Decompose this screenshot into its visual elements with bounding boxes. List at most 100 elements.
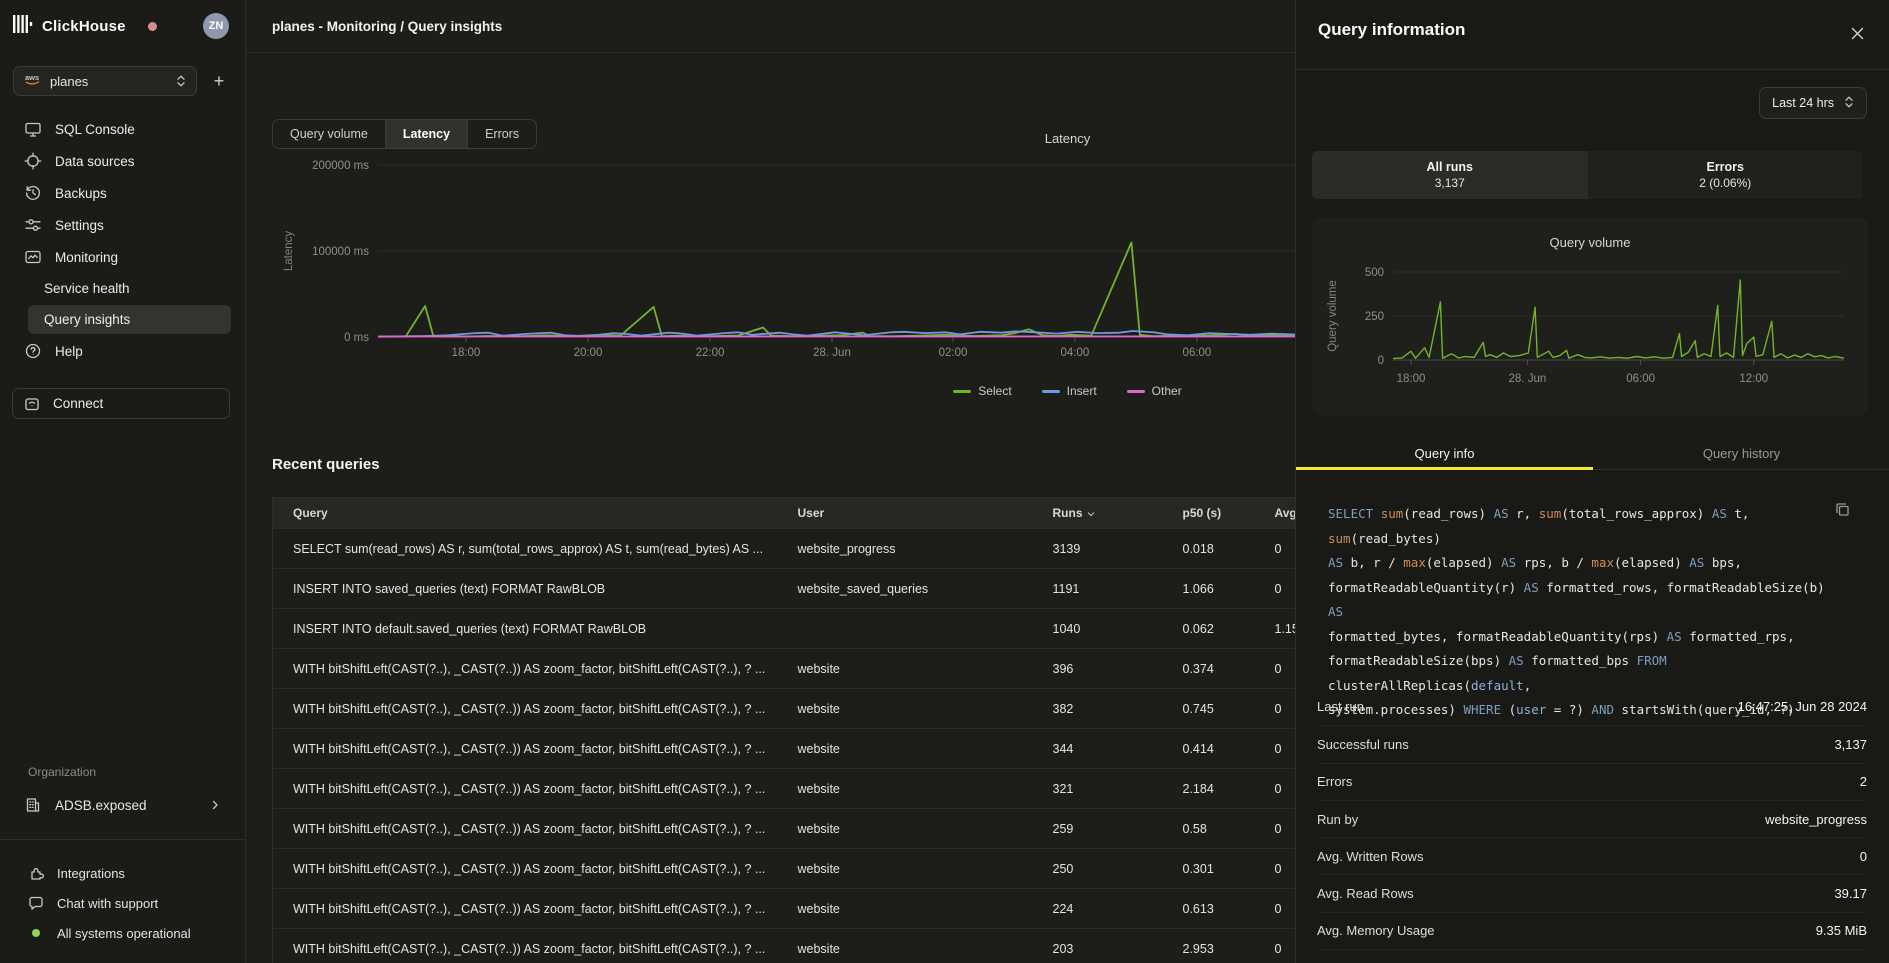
time-range-row: Last 24 hrs xyxy=(1759,87,1867,119)
sql-token: (elapsed) xyxy=(1614,555,1689,570)
query-volume-title: Query volume xyxy=(1312,217,1868,250)
chevron-updown-icon xyxy=(1844,95,1854,112)
integrations-item[interactable]: Integrations xyxy=(0,858,245,888)
sidebar-item-settings[interactable]: Settings xyxy=(0,209,245,241)
table-row[interactable]: WITH bitShiftLeft(CAST(?..), _CAST(?..))… xyxy=(273,649,1463,689)
sql-token: AS xyxy=(1501,555,1524,570)
sidebar-item-label: Service health xyxy=(44,281,130,296)
brand-row: ClickHouse ZN xyxy=(0,0,245,52)
table-row[interactable]: WITH bitShiftLeft(CAST(?..), _CAST(?..))… xyxy=(273,769,1463,809)
sql-token: AS xyxy=(1494,506,1517,521)
legend-item-select[interactable]: Select xyxy=(953,384,1011,398)
column-header-runs[interactable]: Runs xyxy=(1033,498,1163,529)
table-cell: 382 xyxy=(1033,689,1163,729)
tab-query-info[interactable]: Query info xyxy=(1296,437,1593,469)
time-range-select[interactable]: Last 24 hrs xyxy=(1759,87,1867,119)
query-information-panel: Query information Last 24 hrs All runs 3… xyxy=(1295,0,1889,963)
sidebar-item-monitoring[interactable]: Monitoring xyxy=(0,241,245,273)
table-cell: 2.953 xyxy=(1163,929,1255,963)
table-cell: website xyxy=(778,649,1033,689)
sidebar-item-label: Query insights xyxy=(44,312,130,327)
copy-icon[interactable] xyxy=(1833,500,1852,522)
sql-token: (elapsed) xyxy=(1426,555,1501,570)
table-cell: WITH bitShiftLeft(CAST(?..), _CAST(?..))… xyxy=(273,769,778,809)
table-row[interactable]: INSERT INTO saved_queries (text) FORMAT … xyxy=(273,569,1463,609)
svg-text:200000 ms: 200000 ms xyxy=(312,160,369,172)
system-status-item[interactable]: All systems operational xyxy=(0,918,245,948)
svg-text:06:00: 06:00 xyxy=(1626,373,1655,385)
sidebar-bottom: Organization ADSB.exposed Integrations C… xyxy=(0,762,245,963)
sidebar-item-backups[interactable]: Backups xyxy=(0,177,245,209)
monitoring-icon xyxy=(24,248,42,266)
sql-token: AS xyxy=(1712,506,1735,521)
sql-token: formatted_rps, xyxy=(1689,629,1794,644)
sidebar-item-data-sources[interactable]: Data sources xyxy=(0,145,245,177)
table-cell: WITH bitShiftLeft(CAST(?..), _CAST(?..))… xyxy=(273,889,778,929)
table-cell: 0.018 xyxy=(1163,529,1255,569)
svg-text:18:00: 18:00 xyxy=(452,347,481,359)
panel-header: Query information xyxy=(1296,0,1889,70)
table-row[interactable]: WITH bitShiftLeft(CAST(?..), _CAST(?..))… xyxy=(273,889,1463,929)
time-range-value: Last 24 hrs xyxy=(1772,96,1834,110)
sidebar-item-query-insights[interactable]: Query insights xyxy=(28,305,231,334)
segment-errors[interactable]: Errors 2 (0.06%) xyxy=(1588,151,1864,199)
column-header-query[interactable]: Query xyxy=(273,498,778,529)
table-row[interactable]: WITH bitShiftLeft(CAST(?..), _CAST(?..))… xyxy=(273,809,1463,849)
close-icon[interactable] xyxy=(1848,24,1867,46)
svg-text:04:00: 04:00 xyxy=(1061,347,1090,359)
sidebar-item-service-health[interactable]: Service health xyxy=(28,273,231,304)
sql-token: FROM xyxy=(1637,653,1675,668)
svg-text:22:00: 22:00 xyxy=(696,347,725,359)
column-header-user[interactable]: User xyxy=(778,498,1033,529)
organization-item[interactable]: ADSB.exposed xyxy=(0,788,245,822)
stat-row-successful-runs: Successful runs3,137 xyxy=(1317,725,1867,762)
table-row[interactable]: SELECT sum(read_rows) AS r, sum(total_ro… xyxy=(273,529,1463,569)
chat-bubble-icon xyxy=(28,895,44,911)
table-header-row: QueryUserRunsp50 (s)Avg. xyxy=(273,498,1463,529)
stat-value: website_progress xyxy=(1765,812,1867,827)
table-row[interactable]: WITH bitShiftLeft(CAST(?..), _CAST(?..))… xyxy=(273,929,1463,963)
table-row[interactable]: WITH bitShiftLeft(CAST(?..), _CAST(?..))… xyxy=(273,849,1463,889)
sql-token: bps, xyxy=(1712,555,1742,570)
panel-tabs: Query info Query history xyxy=(1296,437,1889,470)
stat-row-errors: Errors2 xyxy=(1317,763,1867,800)
query-volume-card: Query volume 500250018:0028. Jun06:0012:… xyxy=(1312,217,1868,416)
data-sources-icon xyxy=(24,152,42,170)
stat-row-last-run: Last run16:47:25, Jun 28 2024 xyxy=(1317,688,1867,725)
legend-item-other[interactable]: Other xyxy=(1127,384,1182,398)
table-cell: website_progress xyxy=(778,529,1033,569)
stat-label: Run by xyxy=(1317,812,1358,827)
table-row[interactable]: WITH bitShiftLeft(CAST(?..), _CAST(?..))… xyxy=(273,689,1463,729)
legend-dash-icon xyxy=(953,390,971,393)
sql-token: AS xyxy=(1524,580,1547,595)
stat-value: 9.35 MiB xyxy=(1816,923,1867,938)
chat-support-item[interactable]: Chat with support xyxy=(0,888,245,918)
sidebar-item-sql-console[interactable]: SQL Console xyxy=(0,113,245,145)
query-volume-chart[interactable]: 500250018:0028. Jun06:0012:00Query volum… xyxy=(1312,256,1868,406)
svg-text:02:00: 02:00 xyxy=(939,347,968,359)
tab-query-history[interactable]: Query history xyxy=(1593,437,1889,469)
sql-token: (total_rows_approx) xyxy=(1561,506,1712,521)
connect-button[interactable]: Connect xyxy=(12,388,230,419)
segment-all-runs[interactable]: All runs 3,137 xyxy=(1312,151,1588,199)
table-cell: INSERT INTO saved_queries (text) FORMAT … xyxy=(273,569,778,609)
add-service-button[interactable]: + xyxy=(207,72,231,90)
table-row[interactable]: WITH bitShiftLeft(CAST(?..), _CAST(?..))… xyxy=(273,729,1463,769)
table-cell: website xyxy=(778,889,1033,929)
svg-text:aws: aws xyxy=(25,73,39,82)
sql-token: (read_bytes) xyxy=(1351,531,1441,546)
sidebar-item-label: Monitoring xyxy=(55,250,118,265)
avatar[interactable]: ZN xyxy=(203,13,229,39)
legend-item-insert[interactable]: Insert xyxy=(1042,384,1097,398)
sidebar-item-help[interactable]: Help xyxy=(0,335,245,367)
column-header-p50-s-[interactable]: p50 (s) xyxy=(1163,498,1255,529)
svg-text:0 ms: 0 ms xyxy=(344,332,369,344)
sql-token: r, xyxy=(1516,506,1539,521)
sql-token: formatted_bps xyxy=(1531,653,1636,668)
table-cell: 0.58 xyxy=(1163,809,1255,849)
query-volume-canvas[interactable]: 500250018:0028. Jun06:0012:00Query volum… xyxy=(1312,256,1868,406)
service-selector[interactable]: aws planes xyxy=(13,66,197,96)
table-row[interactable]: INSERT INTO default.saved_queries (text)… xyxy=(273,609,1463,649)
query-stats-list: Last run16:47:25, Jun 28 2024Successful … xyxy=(1317,688,1867,963)
footer-item-label: Integrations xyxy=(57,866,125,881)
